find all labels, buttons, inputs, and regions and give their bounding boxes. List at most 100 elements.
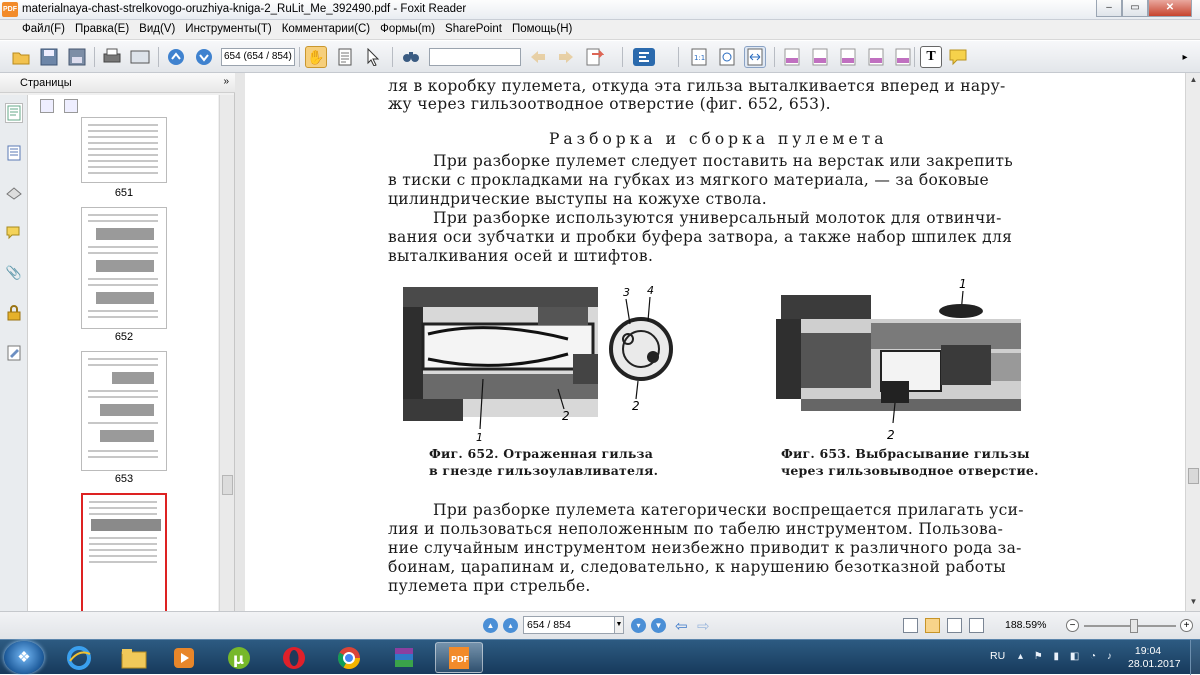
export-icon[interactable] [583, 46, 605, 68]
zoom-in-button[interactable]: + [1180, 619, 1193, 632]
create-pdf-icon[interactable] [781, 46, 803, 68]
facing-view-icon[interactable] [947, 618, 962, 633]
menu-sharepoint[interactable]: SharePoint [440, 23, 507, 35]
search-prev-icon[interactable] [527, 46, 549, 68]
page-number-field[interactable]: 654 (654 / 854) [221, 48, 295, 66]
close-button[interactable]: ✕ [1148, 0, 1192, 17]
foxit-taskbar-icon[interactable]: PDF [435, 642, 483, 673]
clock[interactable]: 19:04 28.01.2017 [1128, 645, 1181, 671]
forward-icon[interactable]: ⇨ [697, 617, 710, 635]
prev-page-icon[interactable] [165, 46, 187, 68]
zoom-level[interactable]: 188.59% [1005, 619, 1046, 631]
media-player-icon[interactable] [160, 642, 208, 673]
security-icon[interactable] [5, 303, 23, 323]
pdf-scan-icon[interactable] [865, 46, 887, 68]
start-button[interactable]: ❖ [4, 641, 44, 674]
zoom-in-thumbnails-icon[interactable] [40, 99, 54, 113]
continuous-facing-view-icon[interactable] [969, 618, 984, 633]
actual-size-icon[interactable]: 1:1 [688, 46, 710, 68]
back-icon[interactable]: ⇦ [675, 617, 688, 635]
menu-edit[interactable]: Правка(E) [70, 23, 134, 35]
minimize-button[interactable]: – [1096, 0, 1122, 17]
menu-comments[interactable]: Комментарии(C) [277, 23, 375, 35]
text-line: При разборке пулемета категорически восп… [433, 501, 1024, 519]
figure-caption: через гильзовыводное отверстие. [781, 463, 1039, 478]
pages-icon[interactable] [5, 103, 23, 123]
opera-icon[interactable] [270, 642, 318, 673]
print-icon[interactable] [101, 46, 123, 68]
menu-help[interactable]: Помощь(H) [507, 23, 577, 35]
explorer-icon[interactable] [110, 642, 158, 673]
foxit-icon[interactable] [630, 46, 658, 68]
document-scrollbar[interactable]: ▲ ▼ [1185, 73, 1200, 611]
figure-callout: 4 [647, 284, 654, 297]
find-icon[interactable] [400, 46, 422, 68]
menu-file[interactable]: Файл(F) [8, 23, 70, 35]
zoom-out-button[interactable]: − [1066, 619, 1079, 632]
ie-icon[interactable] [55, 642, 103, 673]
first-page-icon[interactable]: ▲ [483, 618, 498, 633]
fit-page-icon[interactable] [716, 46, 738, 68]
typewriter-icon[interactable]: T [920, 46, 942, 68]
scroll-down-arrow-icon[interactable]: ▼ [1188, 597, 1199, 609]
continuous-view-icon[interactable] [925, 618, 940, 633]
comments-icon[interactable] [5, 223, 23, 243]
panel-title: Страницы [20, 77, 72, 89]
page-thumbnail[interactable] [81, 207, 167, 329]
open-icon[interactable] [10, 46, 32, 68]
select-text-icon[interactable] [334, 46, 356, 68]
single-page-view-icon[interactable] [903, 618, 918, 633]
text-line: При разборке используются универсальный … [433, 209, 1002, 227]
window-title: materialnaya-chast-strelkovogo-oruzhiya-… [22, 3, 467, 15]
thumbnail-scroll-thumb[interactable] [222, 475, 233, 495]
attachments-icon[interactable]: 📎 [5, 263, 23, 283]
document-viewer[interactable]: ля в коробку пулемета, откуда эта гильза… [245, 73, 1185, 611]
next-page-status-icon[interactable]: ▾ [631, 618, 646, 633]
panel-splitter[interactable] [235, 73, 245, 611]
document-scroll-thumb[interactable] [1188, 468, 1199, 484]
winrar-icon[interactable] [380, 642, 428, 673]
maximize-button[interactable]: ▭ [1122, 0, 1148, 17]
language-indicator[interactable]: RU [990, 650, 1005, 662]
page-dropdown-icon[interactable]: ▼ [614, 616, 624, 634]
thumbnail-scrollbar[interactable] [219, 95, 234, 611]
panel-icon-strip: 📎 [0, 95, 28, 611]
next-page-icon[interactable] [193, 46, 215, 68]
pdf-edit-icon[interactable] [892, 46, 914, 68]
bookmarks-icon[interactable] [5, 143, 23, 163]
hand-tool-icon[interactable]: ✋ [305, 46, 327, 68]
search-next-icon[interactable] [555, 46, 577, 68]
search-input[interactable] [429, 48, 521, 66]
convert-pdf-icon[interactable] [809, 46, 831, 68]
pdf-from-file-icon[interactable] [837, 46, 859, 68]
fit-width-icon[interactable] [744, 46, 766, 68]
collapse-panel-button[interactable]: » [223, 76, 229, 87]
text-line: пулемета при стрельбе. [388, 577, 591, 595]
zoom-out-thumbnails-icon[interactable] [64, 99, 78, 113]
snapshot-icon[interactable] [129, 46, 151, 68]
layers-icon[interactable] [5, 183, 23, 203]
menu-tools[interactable]: Инструменты(T) [180, 23, 276, 35]
chrome-icon[interactable] [325, 642, 373, 673]
save-icon[interactable] [38, 46, 60, 68]
toolbar-overflow-icon[interactable]: ▸ [1176, 46, 1194, 68]
page-thumbnail[interactable] [81, 117, 167, 183]
signature-icon[interactable] [5, 343, 23, 363]
prev-page-status-icon[interactable]: ▴ [503, 618, 518, 633]
zoom-slider-handle[interactable] [1130, 619, 1138, 633]
status-page-field[interactable]: 654 / 854 [523, 616, 615, 634]
tray-icons[interactable]: ▴ ⚑ ▮ ◧ ◔ ♪ [1018, 651, 1116, 662]
menu-forms[interactable]: Формы(m) [375, 23, 440, 35]
utorrent-icon[interactable]: µ [215, 642, 263, 673]
menu-view[interactable]: Вид(V) [134, 23, 180, 35]
page-thumbnail[interactable] [81, 351, 167, 471]
email-icon[interactable] [66, 46, 88, 68]
scroll-up-arrow-icon[interactable]: ▲ [1188, 75, 1199, 87]
page-thumbnail-selected[interactable] [81, 493, 167, 611]
select-icon[interactable] [362, 46, 384, 68]
show-desktop-button[interactable] [1190, 640, 1200, 675]
callout-icon[interactable] [947, 46, 969, 68]
app-icon[interactable]: PDF [2, 2, 18, 17]
last-page-icon[interactable]: ▼ [651, 618, 666, 633]
svg-text:µ: µ [233, 650, 244, 668]
